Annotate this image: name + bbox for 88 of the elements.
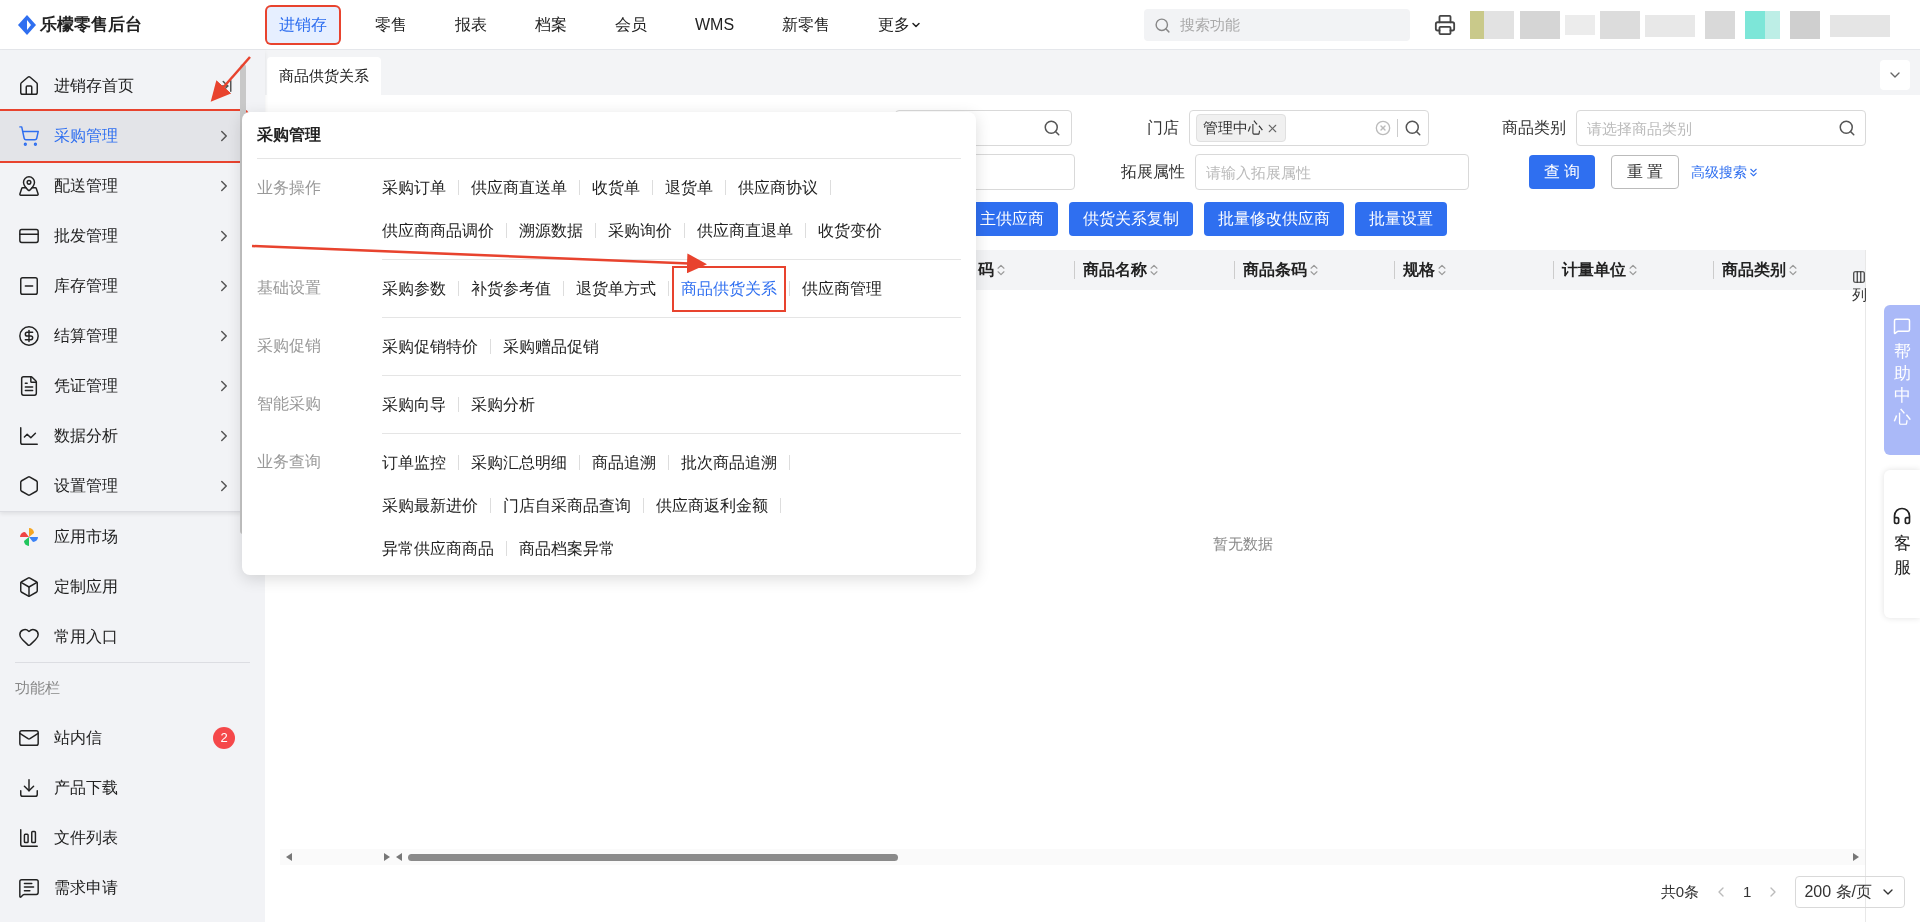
sidebar-item[interactable]: 应用市场 xyxy=(0,512,247,562)
sidebar-item[interactable]: 设置管理 xyxy=(0,461,247,511)
nav-tab[interactable]: 新零售 xyxy=(770,6,843,43)
store-tag: 管理中心 xyxy=(1196,114,1287,142)
sidebar-item[interactable]: 结算管理 xyxy=(0,311,247,361)
query-button[interactable]: 查 询 xyxy=(1529,155,1595,189)
column-header[interactable]: 计量单位 xyxy=(1562,258,1627,282)
sidebar-item[interactable]: 配送管理 xyxy=(0,161,247,211)
input-field[interactable]: 请输入拓展属性 xyxy=(1195,154,1469,190)
sidebar-item[interactable]: 需求申请 xyxy=(0,863,265,913)
nav-tab[interactable]: WMS xyxy=(683,6,747,43)
menu-link[interactable]: 收货变价 xyxy=(818,209,882,252)
sidebar-item[interactable]: 数据分析 xyxy=(0,411,247,461)
section-title: 功能栏 xyxy=(15,677,60,698)
menu-link[interactable]: 退货单 xyxy=(665,166,713,209)
column-header[interactable]: 规格 xyxy=(1402,258,1435,282)
menu-link[interactable]: 采购参数 xyxy=(382,267,446,310)
nav-tab[interactable]: 档案 xyxy=(523,6,579,43)
field-label: 商品类别 xyxy=(1501,118,1567,138)
menu-link[interactable]: 商品档案异常 xyxy=(519,527,615,570)
total-count: 共0条 xyxy=(1660,881,1700,902)
column-header[interactable]: 商品名称 xyxy=(1083,258,1148,282)
page-size-select[interactable]: 200 条/页 xyxy=(1795,876,1905,908)
column-header[interactable]: 码 xyxy=(978,258,994,282)
menu-link[interactable]: 供应商直送单 xyxy=(471,166,567,209)
menu-link[interactable]: 供应商直退单 xyxy=(697,209,793,252)
group-label: 基础设置 xyxy=(257,277,321,298)
page-number[interactable]: 1 xyxy=(1743,880,1752,904)
menu-link[interactable]: 采购分析 xyxy=(471,383,535,426)
menu-link[interactable]: 采购最新进价 xyxy=(382,484,478,527)
field-label: 拓展属性 xyxy=(1120,162,1186,182)
sidebar-item[interactable]: 凭证管理 xyxy=(0,361,247,411)
group-label: 智能采购 xyxy=(257,393,321,414)
sidebar-item[interactable]: 库存管理 xyxy=(0,261,247,311)
nav-tab[interactable]: 零售 xyxy=(363,6,419,43)
group-label: 业务操作 xyxy=(257,177,321,198)
menu-link[interactable]: 订单监控 xyxy=(382,441,446,484)
store-select[interactable]: 管理中心 xyxy=(1189,110,1429,146)
column-header[interactable]: 商品类别 xyxy=(1722,258,1787,282)
menu-link[interactable]: 商品供货关系 xyxy=(672,265,786,312)
menu-link[interactable]: 采购促销特价 xyxy=(382,325,478,368)
menu-link[interactable]: 供应商管理 xyxy=(802,267,882,310)
unread-badge: 2 xyxy=(213,727,235,749)
sidebar-item[interactable]: 站内信 2 xyxy=(0,713,265,763)
sidebar-item[interactable]: 定制应用 xyxy=(0,562,247,612)
group-label: 采购促销 xyxy=(257,335,321,356)
column-settings-label[interactable]: 列 xyxy=(1851,284,1867,307)
menu-link[interactable]: 采购询价 xyxy=(608,209,672,252)
nav-tab[interactable]: 更多 xyxy=(866,6,935,43)
menu-link[interactable]: 采购赠品促销 xyxy=(503,325,599,368)
nav-tab[interactable]: 会员 xyxy=(603,6,659,43)
advanced-search-link[interactable]: 高级搜索 xyxy=(1691,161,1760,183)
page-tab[interactable]: 商品供货关系 xyxy=(267,57,381,95)
menu-link[interactable]: 采购向导 xyxy=(382,383,446,426)
menu-link[interactable]: 溯源数据 xyxy=(519,209,583,252)
empty-text: 暂无数据 xyxy=(1212,534,1273,555)
menu-link[interactable]: 商品追溯 xyxy=(592,441,656,484)
search-field[interactable]: 搜索功能 xyxy=(1144,8,1410,41)
sidebar-item[interactable]: 批发管理 xyxy=(0,211,247,261)
menu-link[interactable]: 收货单 xyxy=(592,166,640,209)
reset-button[interactable]: 重 置 xyxy=(1611,155,1679,189)
menu-link[interactable]: 异常供应商商品 xyxy=(382,527,494,570)
sidebar-item[interactable]: 产品下载 xyxy=(0,763,265,813)
menu-link[interactable]: 补货参考值 xyxy=(471,267,551,310)
support-tab[interactable]: 客服 xyxy=(1884,470,1920,618)
action-button[interactable]: 批量修改供应商 xyxy=(1204,202,1344,236)
menu-link[interactable]: 采购汇总明细 xyxy=(471,441,567,484)
group-label: 业务查询 xyxy=(257,451,321,472)
menu-link[interactable]: 退货单方式 xyxy=(576,267,656,310)
menu-link[interactable]: 供应商返利金额 xyxy=(656,484,768,527)
column-header[interactable]: 商品条码 xyxy=(1242,258,1307,282)
menu-link[interactable]: 批次商品追溯 xyxy=(681,441,777,484)
category-field[interactable]: 请选择商品类别 xyxy=(1576,110,1866,146)
sidebar-item[interactable]: 进销存首页 xyxy=(0,61,247,111)
menu-link[interactable]: 门店自采商品查询 xyxy=(503,484,631,527)
nav-tab[interactable]: 进销存 xyxy=(267,6,339,43)
menu-link[interactable]: 供应商商品调价 xyxy=(382,209,494,252)
action-button[interactable]: 批量设置 xyxy=(1355,202,1447,236)
menu-link[interactable]: 采购订单 xyxy=(382,166,446,209)
action-button[interactable]: 供货关系复制 xyxy=(1069,202,1193,236)
sidebar-item[interactable]: 文件列表 xyxy=(0,813,265,863)
sidebar-item[interactable]: 常用入口 xyxy=(0,612,247,662)
sidebar-item[interactable]: 采购管理 xyxy=(0,111,247,161)
app-logo: 乐檬零售后台 xyxy=(40,13,142,36)
menu-link[interactable]: 供应商协议 xyxy=(738,166,818,209)
flyout-title: 采购管理 xyxy=(257,125,321,145)
nav-tab[interactable]: 报表 xyxy=(443,6,499,43)
field-label: 门店 xyxy=(1146,118,1181,138)
